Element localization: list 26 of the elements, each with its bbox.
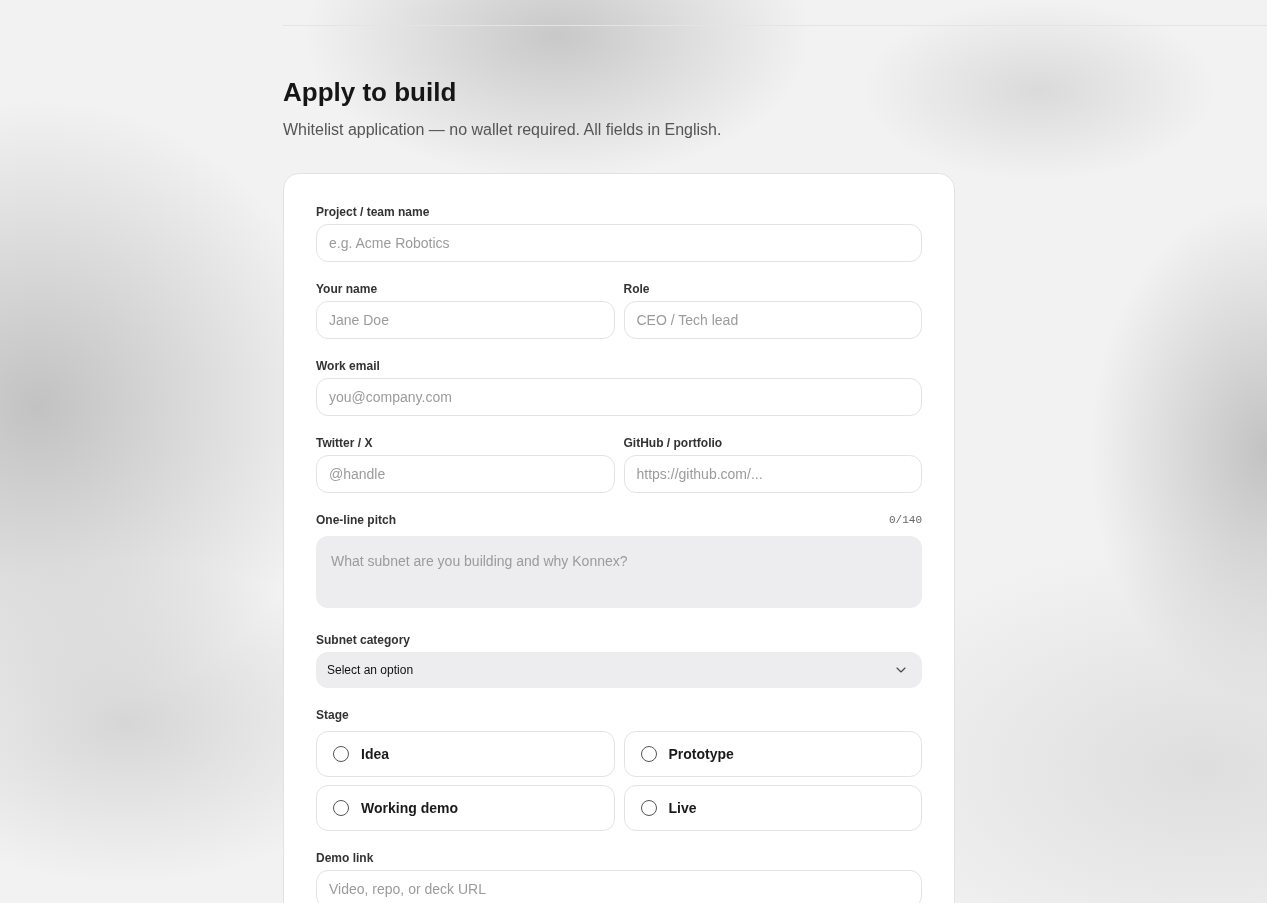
field-label: Twitter / X <box>316 435 374 451</box>
select-field[interactable]: Select an option <box>316 652 922 688</box>
stage-option[interactable]: Live <box>623 785 922 831</box>
stage-option[interactable]: Working demo <box>316 785 615 831</box>
input-field[interactable]: CEO / Tech lead <box>623 301 922 339</box>
text-area[interactable]: What subnet are you building and why Konnex? <box>316 536 922 608</box>
stage-option[interactable]: Prototype <box>623 731 922 777</box>
field-label: Work email <box>316 358 381 374</box>
field-label: Stage <box>316 707 350 723</box>
field-label: Demo link <box>316 850 375 866</box>
character-counter: 0/140 <box>889 513 922 528</box>
input-field[interactable]: Jane Doe <box>316 301 615 339</box>
input-field[interactable]: you@company.com <box>316 378 922 416</box>
field-label: Subnet category <box>316 632 412 648</box>
page-subtitle: Whitelist application — no wallet required. All fields in English. <box>283 120 723 140</box>
field-label: Your name <box>316 281 379 297</box>
field-label: One-line pitch <box>316 512 396 528</box>
page-title: Apply to build <box>283 76 458 108</box>
input-field[interactable]: e.g. Acme Robotics <box>316 224 922 262</box>
field-label: Project / team name <box>316 204 431 220</box>
field-label: GitHub / portfolio <box>623 435 724 451</box>
input-field[interactable]: @handle <box>316 455 615 493</box>
input-field[interactable]: Video, repo, or deck URL <box>316 870 922 903</box>
stage-option[interactable]: Idea <box>316 731 615 777</box>
input-field[interactable]: https://github.com/... <box>623 455 922 493</box>
field-label: Role <box>623 281 651 297</box>
